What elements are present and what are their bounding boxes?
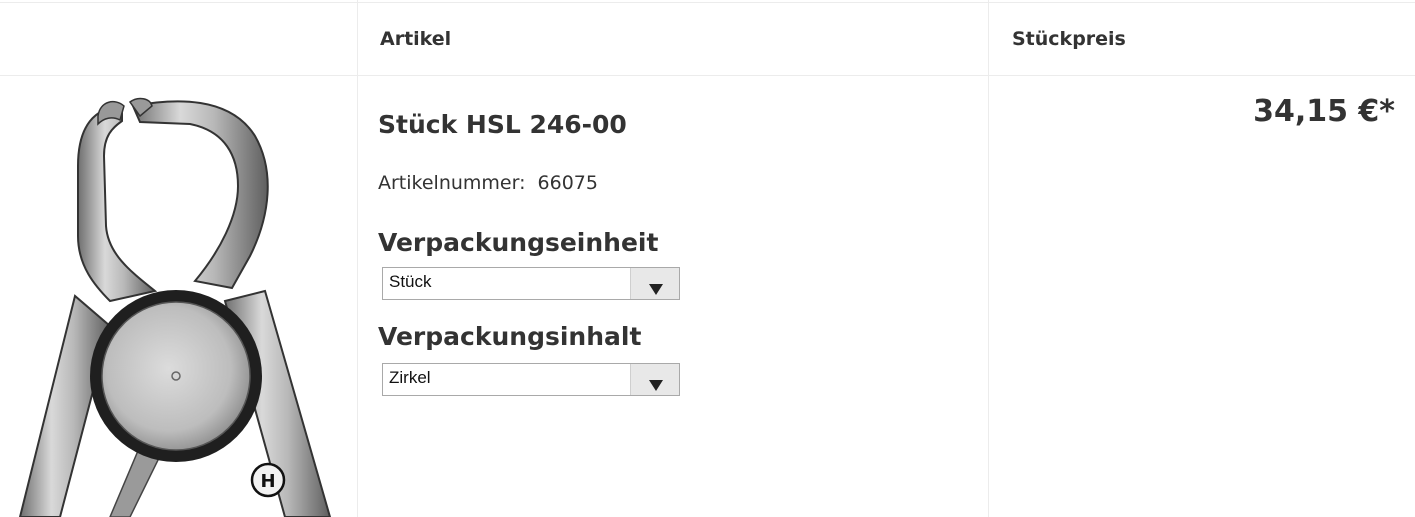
column-header-stueckpreis: Stückpreis (1012, 28, 1126, 50)
column-header-artikel: Artikel (380, 28, 452, 50)
chevron-down-icon (649, 284, 663, 295)
verpackungsinhalt-label: Verpackungsinhalt (378, 322, 642, 351)
verpackungseinheit-dropdown-button[interactable] (630, 268, 679, 299)
verpackungseinheit-selected-value: Stück (389, 272, 432, 291)
chevron-down-icon (649, 380, 663, 391)
unit-price: 34,15 €* (1253, 94, 1395, 129)
table-top-border (0, 2, 1415, 3)
verpackungseinheit-select[interactable]: Stück (382, 267, 680, 300)
product-title[interactable]: Stück HSL 246-00 (378, 110, 627, 139)
brand-mark-icon: H (260, 471, 275, 492)
product-image[interactable]: H (0, 76, 356, 517)
article-number-label: Artikelnummer: (378, 172, 526, 194)
caliper-image: H (18, 97, 332, 517)
verpackungsinhalt-select[interactable]: Zirkel (382, 363, 680, 396)
column-divider-price (988, 0, 989, 517)
verpackungsinhalt-dropdown-button[interactable] (630, 364, 679, 395)
verpackungseinheit-label: Verpackungseinheit (378, 228, 659, 257)
article-number-row: Artikelnummer: 66075 (378, 172, 598, 194)
verpackungsinhalt-selected-value: Zirkel (389, 368, 431, 387)
column-divider-image (357, 0, 358, 517)
article-number-value: 66075 (537, 172, 598, 194)
